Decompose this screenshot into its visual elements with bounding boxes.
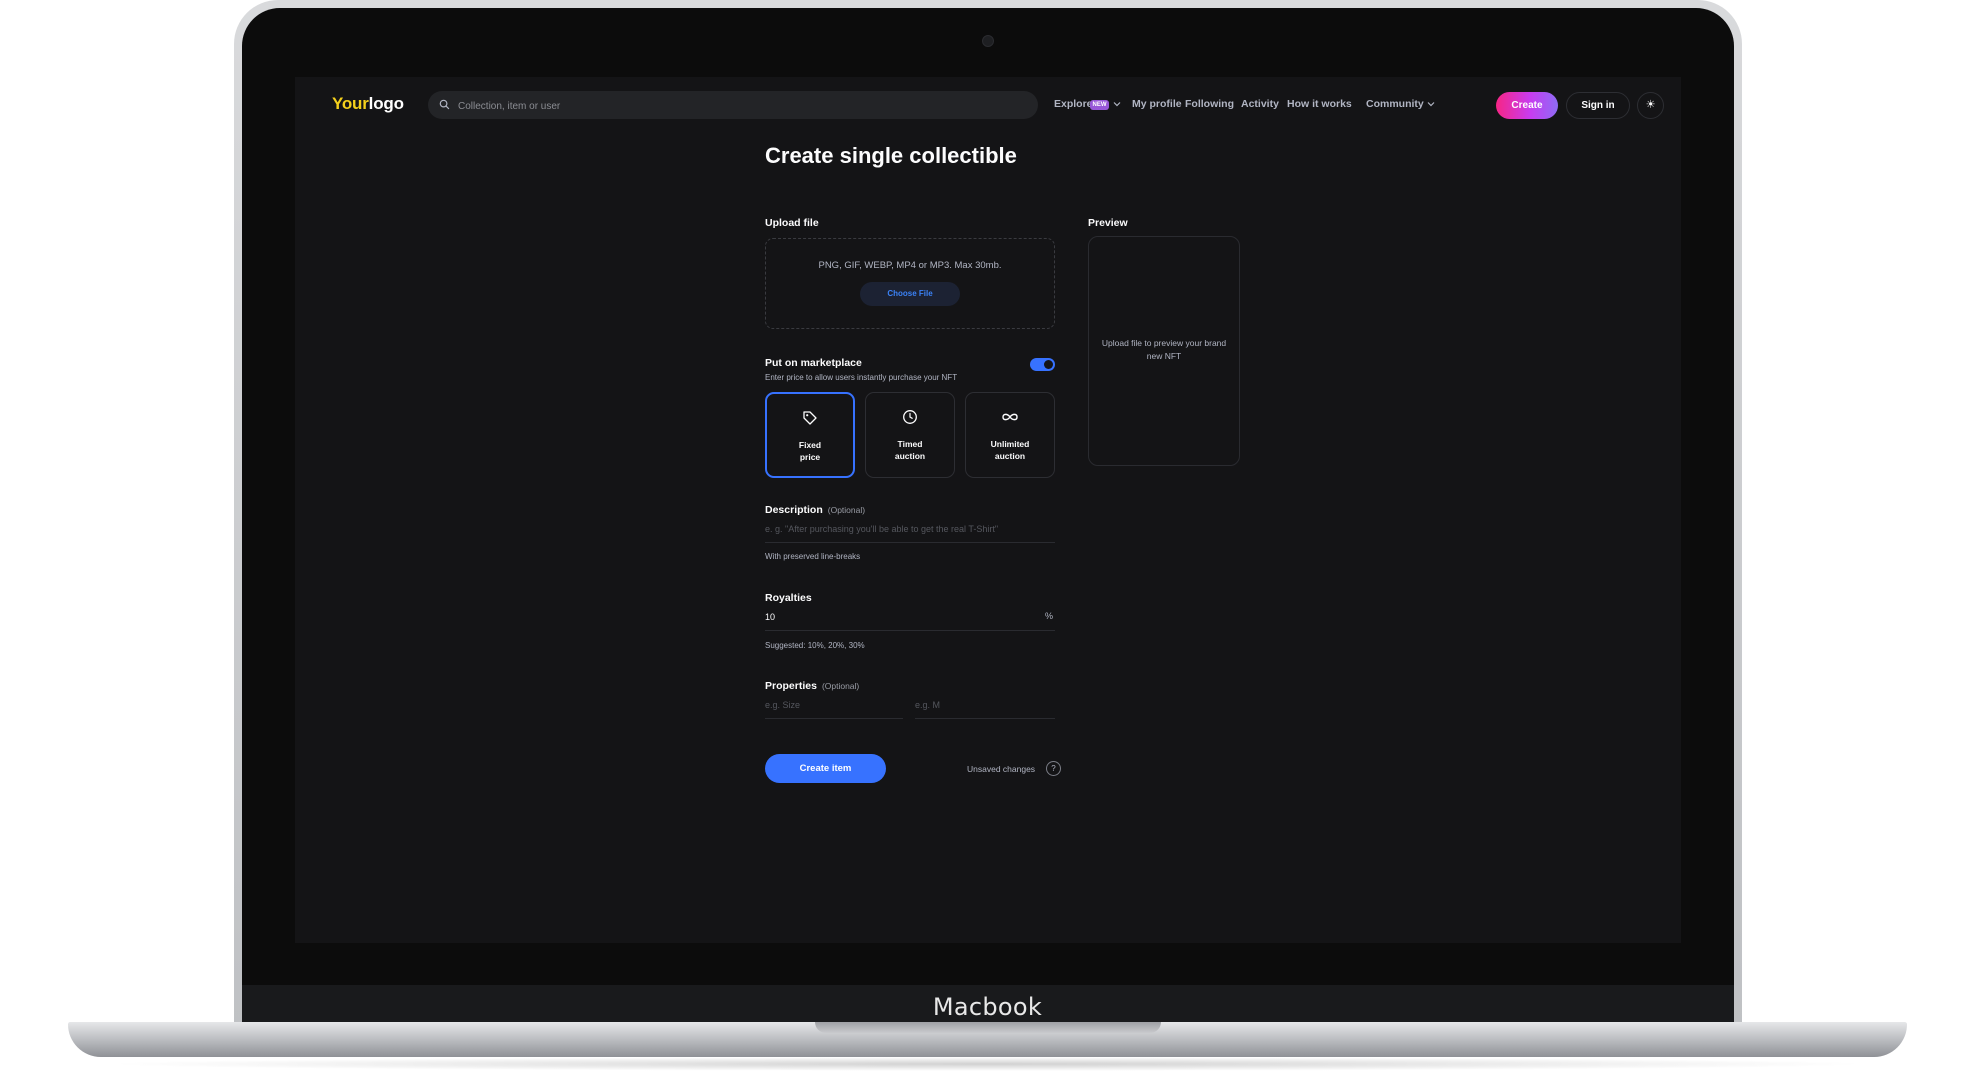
royalties-field[interactable]: %	[765, 606, 1055, 631]
help-icon[interactable]: ?	[1046, 761, 1061, 776]
royalties-unit: %	[1044, 611, 1053, 621]
unsaved-changes-text: Unsaved changes	[967, 764, 1036, 774]
property-value-input[interactable]	[915, 694, 1055, 716]
nav-how-it-works[interactable]: How it works	[1287, 98, 1352, 110]
create-item-button[interactable]: Create item	[765, 754, 886, 783]
option-label-line2: auction	[994, 451, 1026, 461]
description-input[interactable]	[765, 518, 1055, 540]
marketplace-subtext: Enter price to allow users instantly pur…	[765, 373, 958, 382]
nav-explore[interactable]: Explore	[1054, 98, 1093, 110]
search-input[interactable]	[456, 91, 1020, 121]
property-size-field[interactable]	[765, 694, 903, 719]
tag-icon	[767, 410, 853, 431]
property-size-input[interactable]	[765, 694, 903, 716]
upload-dropzone[interactable]: PNG, GIF, WEBP, MP4 or MP3. Max 30mb. Ch…	[765, 238, 1055, 329]
option-label-line2: price	[799, 452, 821, 462]
page-title: Create single collectible	[765, 143, 1017, 168]
laptop-base-notch	[815, 1022, 1161, 1033]
search-icon	[439, 99, 450, 110]
marketplace-label: Put on marketplace	[765, 357, 862, 369]
option-label-line2: auction	[894, 451, 926, 461]
new-badge: NEW	[1090, 100, 1109, 110]
description-label-text: Description	[765, 504, 823, 516]
upload-label: Upload file	[765, 217, 819, 229]
infinity-icon	[966, 409, 1054, 430]
choose-file-button[interactable]: Choose File	[860, 282, 960, 306]
option-label-line1: Fixed	[798, 440, 822, 450]
option-label-line1: Timed	[897, 439, 923, 449]
option-label-line1: Unlimited	[990, 439, 1030, 449]
description-field[interactable]	[765, 518, 1055, 543]
logo[interactable]: Yourlogo	[332, 94, 404, 114]
sign-in-button[interactable]: Sign in	[1566, 92, 1630, 119]
nav-community[interactable]: Community	[1366, 98, 1424, 110]
properties-label: Properties (Optional)	[765, 680, 859, 692]
laptop-shadow	[100, 1057, 1875, 1071]
preview-card: Upload file to preview your brand new NF…	[1088, 236, 1240, 466]
nav-following[interactable]: Following	[1185, 98, 1234, 110]
search-bar[interactable]	[428, 91, 1038, 121]
description-label: Description (Optional)	[765, 504, 865, 516]
royalties-helper: Suggested: 10%, 20%, 30%	[765, 641, 865, 650]
create-button[interactable]: Create	[1496, 92, 1558, 119]
clock-icon	[866, 409, 954, 430]
top-header: Yourlogo Explore NEW My profile Followin…	[295, 77, 1681, 133]
camera-icon	[982, 35, 994, 47]
sun-icon: ☀	[1645, 99, 1656, 111]
upload-hint: PNG, GIF, WEBP, MP4 or MP3. Max 30mb.	[818, 260, 1002, 271]
property-value-field[interactable]	[915, 694, 1055, 719]
optional-tag: (Optional)	[827, 505, 866, 515]
option-fixed-price[interactable]: Fixed price	[765, 392, 855, 478]
nav-activity[interactable]: Activity	[1241, 98, 1279, 110]
logo-part-your: Your	[332, 94, 369, 113]
royalties-label: Royalties	[765, 592, 812, 604]
preview-label: Preview	[1088, 217, 1128, 229]
preview-empty-text: Upload file to preview your brand new NF…	[1101, 338, 1227, 361]
logo-part-logo: logo	[368, 94, 404, 113]
option-timed-auction[interactable]: Timed auction	[865, 392, 955, 478]
properties-label-text: Properties	[765, 680, 817, 692]
nav-my-profile[interactable]: My profile	[1132, 98, 1182, 110]
description-helper: With preserved line-breaks	[765, 552, 861, 561]
toggle-knob	[1044, 360, 1053, 369]
theme-toggle-button[interactable]: ☀	[1637, 92, 1664, 119]
app-screen: Yourlogo Explore NEW My profile Followin…	[295, 77, 1681, 943]
royalties-input[interactable]	[765, 606, 1055, 628]
option-unlimited-auction[interactable]: Unlimited auction	[965, 392, 1055, 478]
chevron-down-icon[interactable]	[1113, 101, 1121, 107]
marketplace-toggle[interactable]	[1030, 358, 1055, 371]
chevron-down-icon[interactable]	[1427, 101, 1435, 107]
optional-tag: (Optional)	[821, 681, 860, 691]
